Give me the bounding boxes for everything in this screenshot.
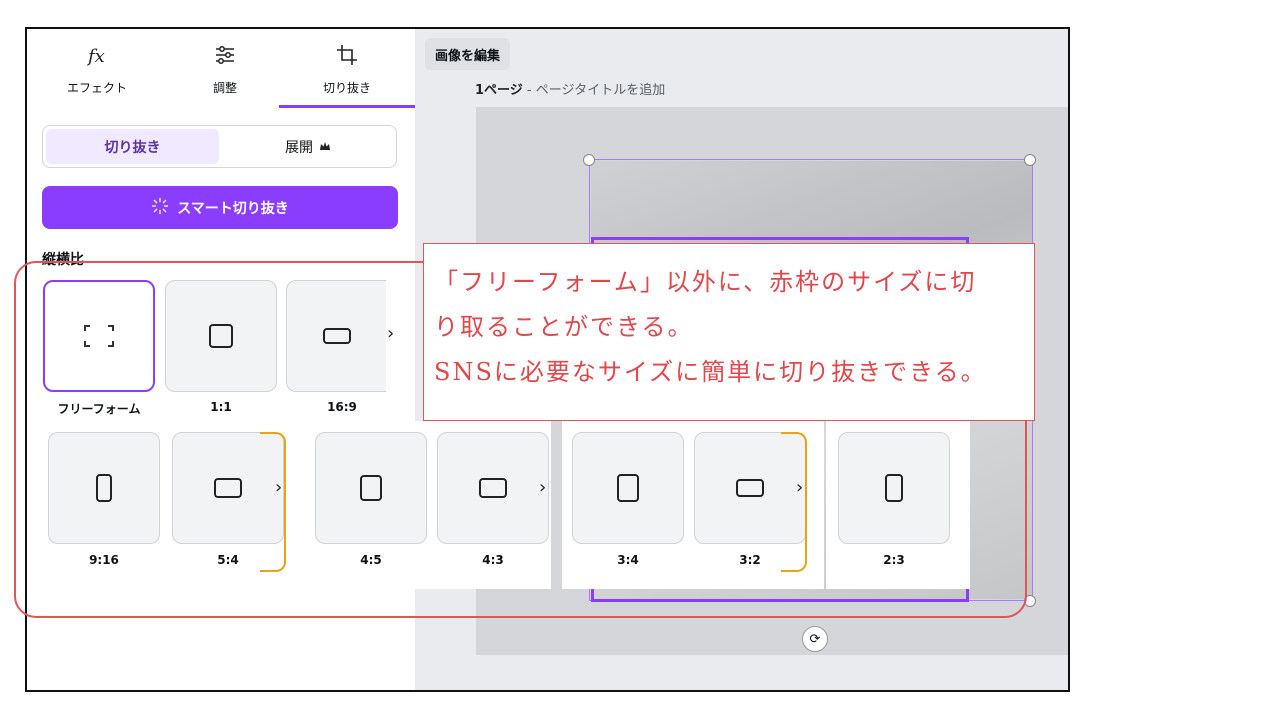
page-2-label: [475, 684, 675, 690]
annotation-line-2: り取ることができる。: [434, 313, 694, 341]
tab-adjust-label: 調整: [212, 81, 237, 95]
orange-highlight-2: [781, 432, 807, 572]
page-title-bar[interactable]: 1ページ - ページタイトルを追加: [475, 79, 665, 98]
rotate-icon[interactable]: ⟳: [802, 626, 828, 652]
resize-handle-top-right[interactable]: [1024, 154, 1036, 166]
expand-mode-label: 展開: [285, 139, 313, 156]
fx-icon: fx: [37, 43, 157, 69]
ratio-2-3-tile[interactable]: [838, 432, 950, 544]
ratio-3-4-tile[interactable]: [572, 432, 684, 544]
annotation-note: 「フリーフォーム」以外に、赤枠のサイズに切 り取ることができる。 SNSに必要な…: [423, 243, 1035, 421]
ratio-4-3-label: 4:3: [482, 553, 504, 567]
tab-crop[interactable]: 切り抜き: [287, 29, 407, 109]
ratio-4-5-tile[interactable]: [315, 432, 427, 544]
svg-text:fx: fx: [86, 46, 105, 67]
page-title-placeholder: - ページタイトルを追加: [522, 83, 666, 98]
annotation-line-3: SNSに必要なサイズに簡単に切り抜きできる。: [434, 358, 987, 386]
tab-adjust[interactable]: 調整: [165, 29, 285, 109]
tab-effects[interactable]: fx エフェクト: [37, 29, 157, 109]
rect-icon: [479, 478, 507, 498]
edit-image-button[interactable]: 画像を編集: [425, 38, 511, 70]
crown-icon: [319, 139, 331, 155]
ratio-4-3-tile[interactable]: [437, 432, 549, 544]
ratio-4-5-label: 4:5: [360, 553, 382, 567]
chevron-right-icon[interactable]: ›: [539, 477, 546, 498]
page-number: 1ページ: [475, 83, 523, 98]
crop-icon: [287, 43, 407, 69]
orange-highlight-1: [260, 432, 286, 572]
tall-rect-icon: [96, 474, 112, 502]
expand-mode-button[interactable]: 展開: [223, 129, 393, 164]
ratio-3-4-label: 3:4: [617, 553, 639, 567]
smart-crop-button[interactable]: スマート切り抜き: [42, 186, 398, 229]
annotation-line-1: 「フリーフォーム」以外に、赤枠のサイズに切: [434, 268, 977, 296]
crop-mode-toggle: 切り抜き 展開: [42, 125, 397, 168]
resize-handle-top-left[interactable]: [583, 154, 595, 166]
active-tab-indicator: [279, 105, 415, 108]
tab-effects-label: エフェクト: [66, 81, 127, 95]
ratio-2-3-label: 2:3: [883, 553, 905, 567]
portrait-rect-icon: [617, 474, 639, 502]
sparkle-icon: [151, 197, 169, 219]
tall-rect-icon: [885, 474, 903, 502]
tab-crop-label: 切り抜き: [322, 81, 371, 95]
smart-crop-label: スマート切り抜き: [177, 200, 289, 217]
ratio-9-16-tile[interactable]: [48, 432, 160, 544]
panel-tabs: fx エフェクト 調整 切り抜き: [27, 29, 415, 109]
crop-mode-button[interactable]: 切り抜き: [46, 129, 219, 164]
ratio-9-16-label: 9:16: [89, 553, 119, 567]
rect-icon: [214, 478, 242, 498]
sliders-icon: [165, 43, 285, 69]
wide-rect-icon: [736, 479, 764, 497]
portrait-rect-icon: [360, 475, 382, 501]
